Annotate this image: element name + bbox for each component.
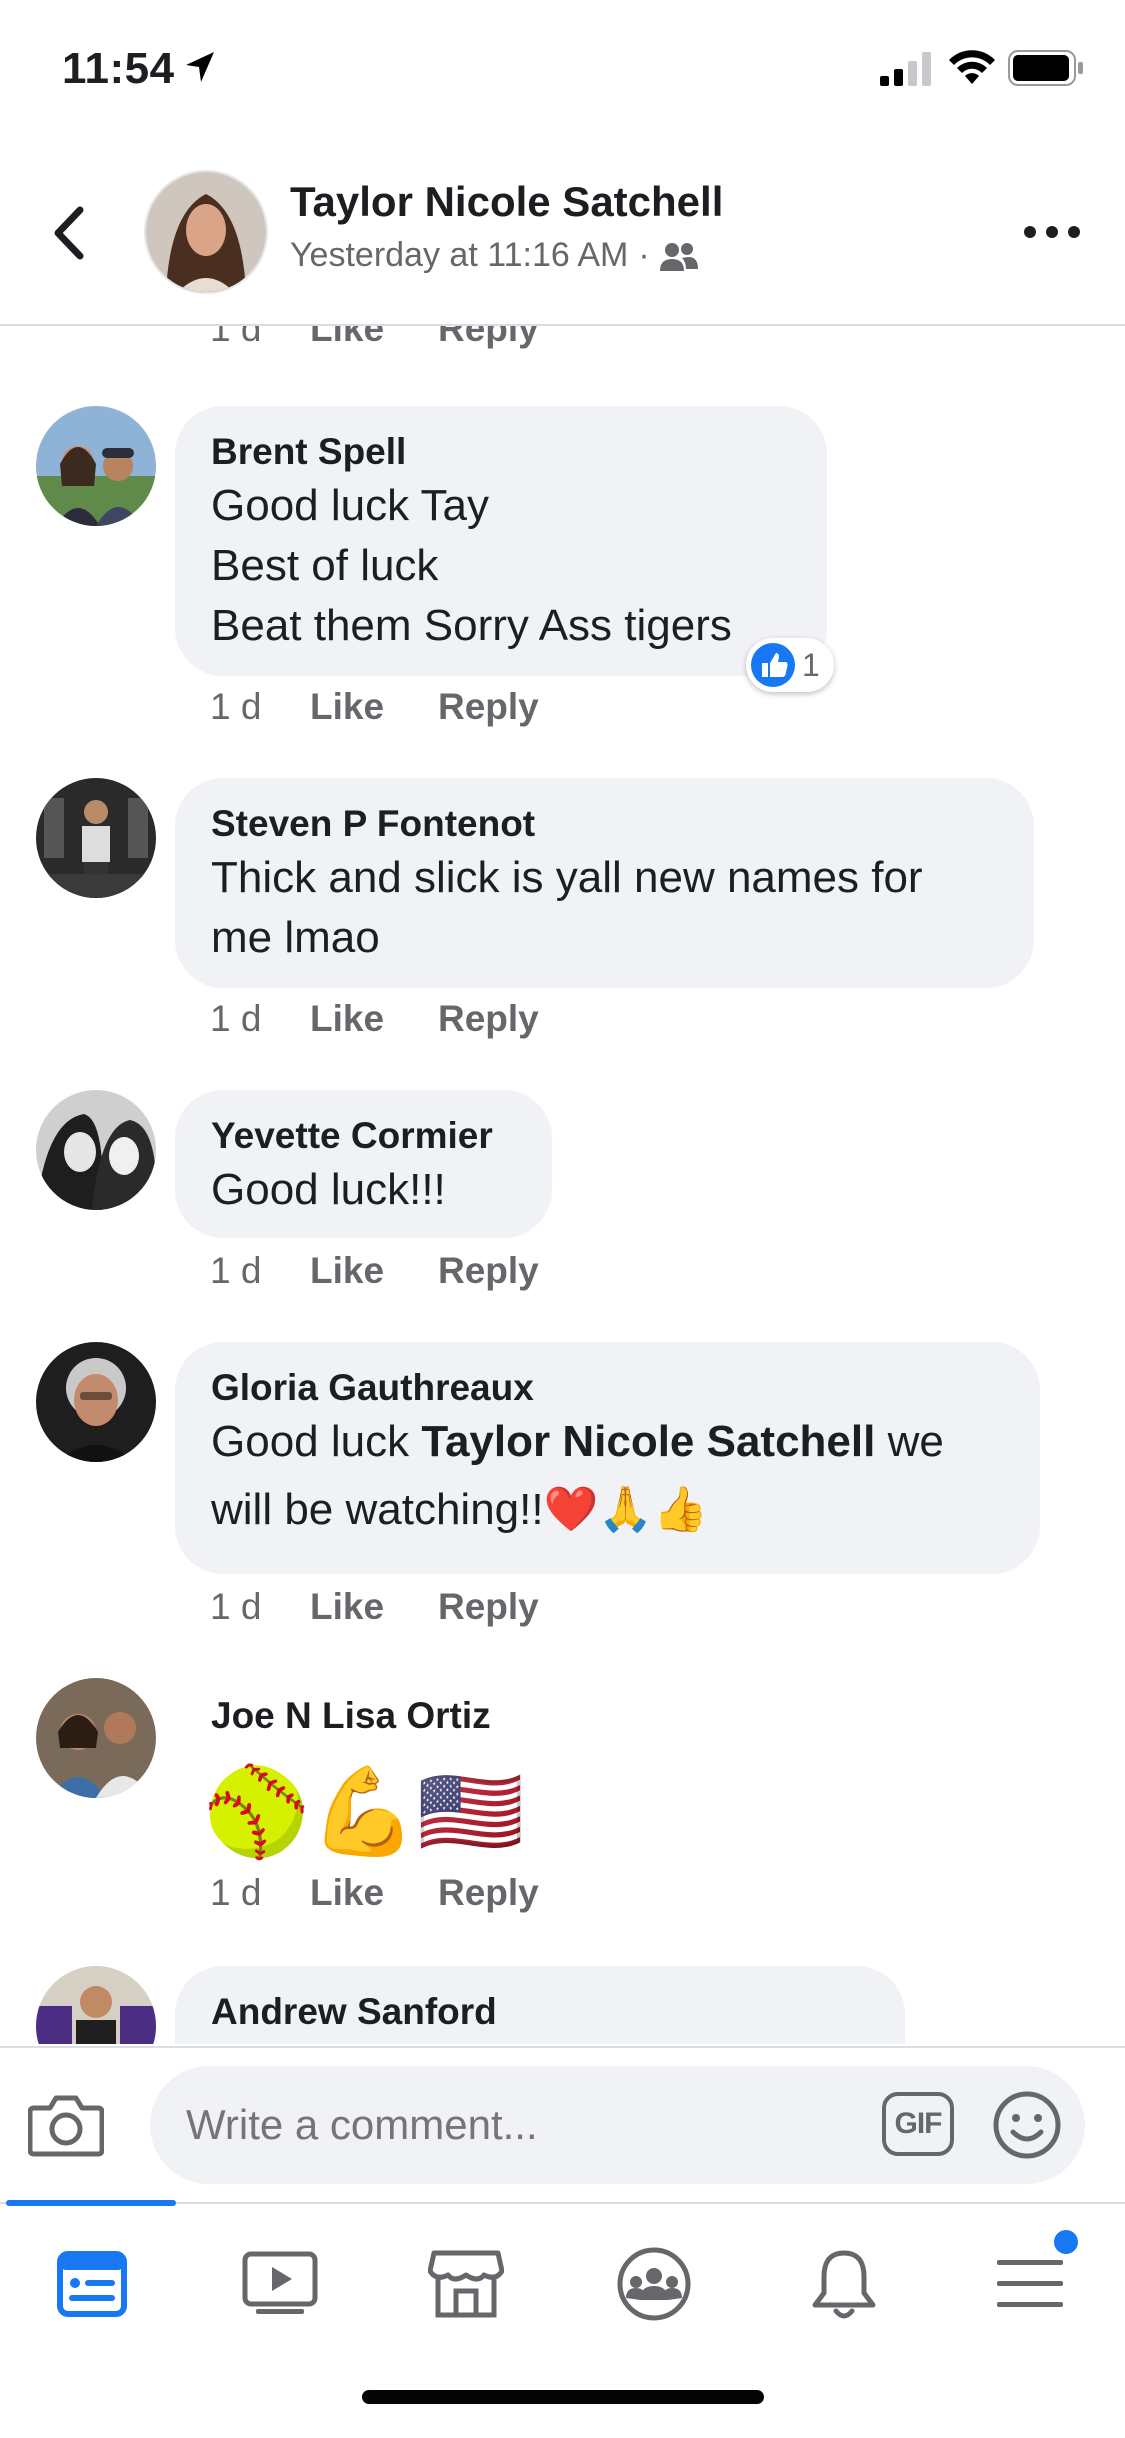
comment-bubble[interactable]: Brent Spell Good luck Tay Best of luck B… [175,406,827,676]
emoji-icon[interactable] [992,2090,1062,2160]
comment-bubble[interactable]: Joe N Lisa Ortiz 🥎💪🇺🇸 [175,1678,675,1878]
post-header: Taylor Nicole Satchell Yesterday at 11:1… [0,140,1125,326]
reaction-summary[interactable]: 1 [746,638,834,692]
mention-link[interactable]: Taylor Nicole Satchell [421,1417,875,1466]
commenter-avatar[interactable] [36,1342,156,1462]
comment-author[interactable]: Brent Spell [211,428,791,476]
like-link[interactable]: Like [310,998,438,1040]
commenter-avatar[interactable] [36,406,156,526]
comment-actions: 1 d Like Reply [210,326,539,350]
status-time: 11:54 [62,44,175,93]
comment-bubble[interactable]: Andrew Sanford [175,1966,905,2044]
comment-actions: 1 d Like Reply [210,1586,539,1628]
friends-icon [659,242,698,271]
commenter-avatar[interactable] [36,1090,156,1210]
comment-bubble[interactable]: Yevette Cormier Good luck!!! [175,1090,552,1238]
comment-text-line: Good luck Tay [211,481,490,530]
like-link[interactable]: Like [310,1872,438,1914]
comment-text: will be watching!! [211,1485,544,1534]
comment-age: 1 d [210,1872,262,1913]
reply-link[interactable]: Reply [438,1586,539,1628]
commenter-avatar[interactable] [36,1678,156,1798]
comment-text-line: Good luck!!! [211,1165,446,1214]
comment-author[interactable]: Andrew Sanford [211,1988,869,2036]
comment-author[interactable]: Steven P Fontenot [211,800,998,848]
post-meta: Yesterday at 11:16 AM · [290,236,698,275]
comment-age: 1 d [210,998,262,1039]
gif-button[interactable]: GIF [882,2092,954,2156]
comment-actions: 1 d Like Reply [210,998,539,1040]
comment-bubble[interactable]: Steven P Fontenot Thick and slick is yal… [175,778,1034,988]
reply-link[interactable]: Reply [438,686,539,728]
camera-icon[interactable] [28,2092,104,2158]
like-link[interactable]: Like [310,1250,438,1292]
reply-link[interactable]: Reply [438,326,539,350]
wifi-icon [949,50,995,84]
comment-author[interactable]: Joe N Lisa Ortiz [211,1692,639,1740]
comment-text-line: Beat them Sorry Ass tigers [211,601,732,650]
post-author-name[interactable]: Taylor Nicole Satchell [290,178,723,226]
like-link[interactable]: Like [310,686,438,728]
comment-bubble[interactable]: Gloria Gauthreaux Good luck Taylor Nicol… [175,1342,1040,1574]
like-link[interactable]: Like [310,1586,438,1628]
comment-text-line: Thick and slick is yall new names for [211,853,923,902]
status-bar: 11:54 [0,0,1125,140]
comment-emojis: ❤️🙏👍 [543,1484,708,1535]
comment-actions: 1 d Like Reply [210,686,539,728]
commenter-avatar[interactable] [36,778,156,898]
comment-actions: 1 d Like Reply [210,1872,539,1914]
comment-age: 1 d [210,1586,262,1627]
groups-icon[interactable] [604,2234,704,2334]
comment-actions: 1 d Like Reply [210,1250,539,1292]
comment-text-line: will be watching!!❤️🙏👍 [211,1472,1004,1548]
watch-icon[interactable] [230,2234,330,2334]
post-timestamp[interactable]: Yesterday at 11:16 AM [290,236,628,275]
comment-text: Good luck [211,1417,422,1466]
active-tab-indicator [6,2200,176,2206]
comment-text-line: Best of luck [211,541,439,590]
reply-link[interactable]: Reply [438,1250,539,1292]
like-reaction-icon [751,643,795,687]
meta-separator: · [638,236,650,274]
like-link[interactable]: Like [310,326,438,350]
comment-text: we [875,1417,944,1466]
marketplace-icon[interactable] [416,2234,516,2334]
more-options-icon[interactable] [1022,222,1082,242]
reply-link[interactable]: Reply [438,1872,539,1914]
comments-list: 1 d Like Reply Brent Spell Good luck Tay… [0,326,1125,2044]
comment-author[interactable]: Gloria Gauthreaux [211,1364,1004,1412]
comment-text-line: Good luck Taylor Nicole Satchell we [211,1412,1004,1472]
cellular-signal-icon [880,52,931,86]
comment-emojis: 🥎💪🇺🇸 [203,1762,525,1862]
comment-age: 1 d [210,326,262,349]
news-feed-icon[interactable] [42,2234,142,2334]
comment-author[interactable]: Yevette Cormier [211,1112,516,1160]
battery-icon [1008,50,1083,86]
comment-text-line: me lmao [211,913,380,962]
notification-dot [1054,2230,1078,2254]
location-arrow-icon [186,52,214,82]
comment-composer: GIF [0,2046,1125,2202]
reaction-count: 1 [802,646,820,683]
comment-age: 1 d [210,686,262,727]
author-avatar[interactable] [144,170,268,294]
comment-age: 1 d [210,1250,262,1291]
back-arrow-icon[interactable] [44,198,94,268]
commenter-avatar[interactable] [36,1966,156,2044]
home-indicator[interactable] [362,2390,764,2404]
notifications-icon[interactable] [794,2234,894,2334]
reply-link[interactable]: Reply [438,998,539,1040]
